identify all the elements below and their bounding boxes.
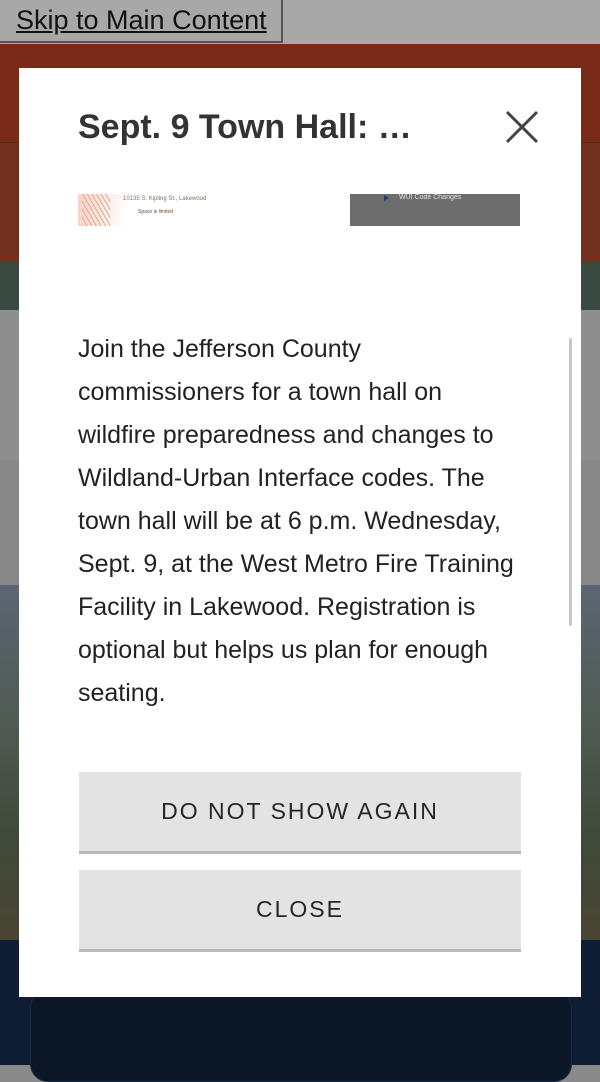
modal-title: Sept. 9 Town Hall: …	[78, 108, 412, 146]
video-thumbnail[interactable]: WUI Code Changes	[350, 194, 520, 226]
event-flyer-thumbnail: 10135 S. Kipling St., Lakewood Space is …	[78, 194, 221, 226]
close-icon[interactable]	[503, 108, 541, 146]
play-icon	[384, 195, 389, 201]
do-not-show-again-button[interactable]: DO NOT SHOW AGAIN	[79, 772, 521, 854]
flyer-graphic	[82, 194, 110, 226]
scrollbar-thumb[interactable]	[569, 338, 572, 626]
flyer-address-text: 10135 S. Kipling St., Lakewood	[123, 196, 207, 202]
skip-to-main-content-link[interactable]: Skip to Main Content	[0, 0, 283, 43]
modal-body-text: Join the Jefferson County commissioners …	[78, 335, 514, 707]
flyer-note-text: Space is limited	[138, 209, 174, 215]
close-button[interactable]: CLOSE	[79, 870, 521, 952]
video-caption: WUI Code Changes	[399, 194, 462, 201]
footer-card	[30, 990, 572, 1082]
modal-scroll-area[interactable]: 10135 S. Kipling St., Lakewood Space is …	[78, 194, 526, 726]
announcement-modal: Sept. 9 Town Hall: … 10135 S. Kipling St…	[19, 68, 581, 997]
